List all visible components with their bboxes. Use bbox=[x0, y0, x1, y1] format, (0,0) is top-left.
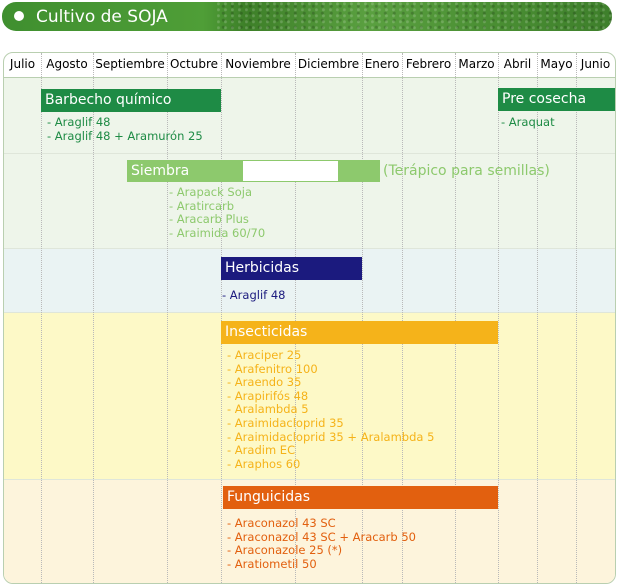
page-header: Cultivo de SOJA bbox=[2, 2, 612, 31]
precosecha-bar: Pre cosecha bbox=[498, 88, 615, 111]
list-item: - Araconazole 25 (*) bbox=[227, 543, 343, 558]
month-label: Julio bbox=[9, 57, 36, 71]
list-item: - Aracarb Plus bbox=[169, 212, 249, 227]
siembra-note: (Terápico para semillas) bbox=[383, 163, 550, 179]
list-item: - Aratiometil 50 bbox=[227, 556, 317, 571]
page-title: Cultivo de SOJA bbox=[36, 7, 168, 27]
grid-line bbox=[498, 53, 499, 583]
herbicidas-list: - Araglif 48 bbox=[222, 288, 286, 303]
list-item: - Aradim EC bbox=[227, 443, 296, 458]
month-label: Noviembre bbox=[225, 57, 291, 71]
list-item: - Aratircarb bbox=[169, 198, 235, 213]
month-label: Agosto bbox=[46, 57, 88, 71]
list-item: - Araimidacloprid 35 + Aralambda 5 bbox=[227, 429, 435, 444]
grid-line bbox=[576, 53, 577, 583]
siembra-bar-end bbox=[338, 160, 380, 182]
siembra-list: - Arapack Soja - Aratircarb - Aracarb Pl… bbox=[169, 185, 266, 240]
month-label: Marzo bbox=[458, 57, 495, 71]
month-label: Mayo bbox=[540, 57, 573, 71]
list-item: - Araglif 48 + Aramurón 25 bbox=[47, 128, 203, 143]
month-label: Enero bbox=[364, 57, 400, 71]
barbecho-list: - Araglif 48 - Araglif 48 + Aramurón 25 bbox=[47, 115, 203, 143]
list-item: - Araimidacloprid 35 bbox=[227, 415, 344, 430]
grass-texture bbox=[217, 2, 612, 31]
calendar-frame: Julio Agosto Septiembre Octubre Noviembr… bbox=[3, 52, 616, 584]
list-item: - Araglif 48 bbox=[222, 288, 286, 302]
month-header: Julio Agosto Septiembre Octubre Noviembr… bbox=[4, 53, 615, 78]
grid-line bbox=[41, 53, 42, 583]
list-item: - Arapack Soja bbox=[169, 185, 253, 199]
month-label: Diciembre bbox=[297, 57, 360, 71]
precosecha-list: - Araquat bbox=[501, 115, 555, 130]
separator bbox=[4, 479, 615, 480]
month-label: Septiembre bbox=[95, 57, 165, 71]
bullet-icon bbox=[14, 11, 24, 21]
separator bbox=[4, 153, 615, 154]
list-item: - Aralambda 5 bbox=[227, 402, 309, 417]
month-label: Febrero bbox=[405, 57, 452, 71]
month-label: Abril bbox=[503, 57, 532, 71]
separator bbox=[4, 312, 615, 313]
list-item: - Arafenitro 100 bbox=[227, 361, 318, 376]
list-item: - Araendo 35 bbox=[227, 375, 302, 390]
list-item: - Araconazol 43 SC + Aracarb 50 bbox=[227, 529, 416, 544]
grid-line bbox=[537, 53, 538, 583]
funguicidas-list: - Araconazol 43 SC - Araconazol 43 SC + … bbox=[227, 516, 416, 571]
siembra-bar: Siembra bbox=[127, 160, 242, 182]
insecticidas-bar: Insecticidas bbox=[221, 321, 498, 344]
separator bbox=[4, 248, 615, 249]
list-item: - Araquat bbox=[501, 115, 555, 129]
list-item: - Araglif 48 bbox=[47, 115, 111, 129]
list-item: - Araphos 60 bbox=[227, 456, 301, 471]
month-label: Junio bbox=[580, 57, 611, 71]
list-item: - Arapirifós 48 bbox=[227, 388, 309, 403]
list-item: - Araconazol 43 SC bbox=[227, 516, 336, 530]
list-item: - Araimida 60/70 bbox=[169, 225, 266, 240]
herbicidas-bar: Herbicidas bbox=[221, 257, 362, 280]
funguicidas-bar: Funguicidas bbox=[223, 486, 498, 509]
siembra-bar-gap bbox=[242, 160, 340, 182]
list-item: - Araciper 25 bbox=[227, 348, 302, 362]
insecticidas-list: - Araciper 25 - Arafenitro 100 - Araendo… bbox=[227, 348, 435, 471]
month-label: Octubre bbox=[169, 57, 219, 71]
grid-line bbox=[221, 53, 222, 583]
barbecho-bar: Barbecho químico bbox=[41, 89, 221, 112]
